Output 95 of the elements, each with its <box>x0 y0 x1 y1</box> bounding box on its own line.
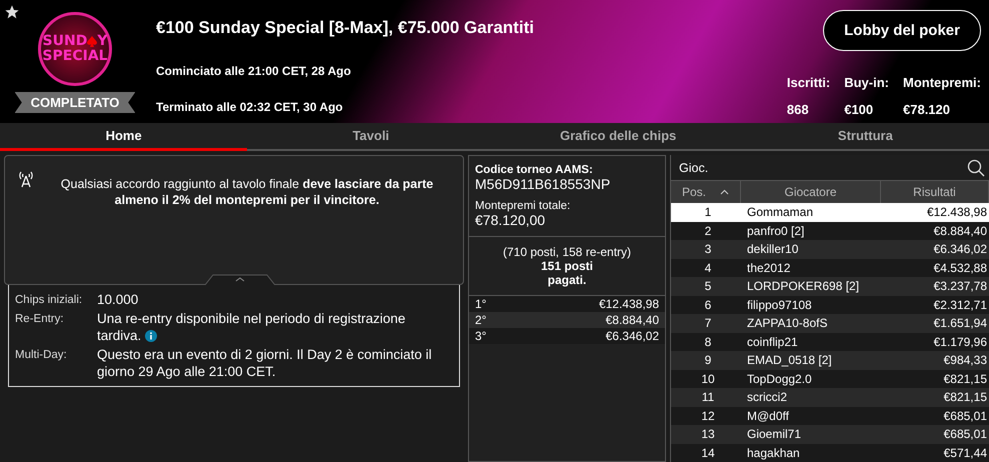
table-cell-text: ZAPPA10-8ofS <box>746 316 828 330</box>
table-cell-text: €3.237,78 <box>932 279 988 294</box>
broadcast-icon <box>17 170 35 188</box>
table-cell-text: €1.179,96 <box>932 334 988 349</box>
detail-value: Una re-entry disponibile nel periodo di registrazione tardiva. <box>97 310 406 344</box>
stat-value: €100 <box>844 102 874 117</box>
paid-places-text: 151 posti pagati. <box>540 259 594 287</box>
start-time: Cominciato alle 21:00 CET, 28 Ago <box>156 64 352 78</box>
stat-label: Buy-in: <box>844 75 889 90</box>
logo: SUND Y SPECIAL <box>38 12 112 86</box>
table-cell-text: €1.651,94 <box>932 316 988 330</box>
table-cell-text: 14 <box>700 446 716 460</box>
table-cell-text: dekiller10 <box>746 242 800 256</box>
total-label: Montepremi totale: <box>475 200 572 212</box>
player-row[interactable]: 11 scricci2 €821,15 <box>671 388 989 406</box>
table-cell-text: hagakhan <box>746 446 801 460</box>
table-cell-text: 1 <box>704 205 712 220</box>
sort-icon <box>720 189 729 195</box>
payout-place: 1° <box>475 297 486 311</box>
player-row[interactable]: 1 Gommaman €12.438,98 <box>671 203 989 222</box>
player-row[interactable]: 5 LORDPOKER698 [2] €3.237,78 <box>671 277 989 296</box>
end-time: Terminato alle 02:32 CET, 30 Ago <box>156 100 344 114</box>
table-cell-text: €8.884,40 <box>932 224 988 238</box>
table-cell-text: 11 <box>700 390 716 404</box>
player-row[interactable]: 13 Gioemil71 €685,01 <box>671 425 989 444</box>
tab[interactable]: Grafico delle chips <box>494 123 742 151</box>
stat-value: 868 <box>786 102 810 117</box>
table-cell-text: Gioemil71 <box>746 427 802 442</box>
player-row[interactable]: 3 dekiller10 €6.346,02 <box>671 240 989 258</box>
table-cell-text: €821,15 <box>942 372 988 386</box>
stat-label: Iscritti: <box>786 75 830 90</box>
player-row[interactable]: 2 panfro0 [2] €8.884,40 <box>671 222 989 240</box>
table-cell-text: LORDPOKER698 [2] <box>746 279 860 294</box>
table-cell-text: panfro0 [2] <box>746 224 806 238</box>
table-cell-text: M@d0ff <box>746 408 790 423</box>
stat-label: Montepremi: <box>903 75 981 90</box>
notice-text: Qualsiasi accordo raggiunto al tavolo finale deve lasciare da parte almeno il 2% del montepremi per il vincitore. <box>60 176 434 209</box>
status-banner: COMPLETATO <box>14 92 136 113</box>
stat-value: €78.120 <box>903 102 951 117</box>
table-cell-text: 5 <box>704 279 712 294</box>
payout-place: 2° <box>475 313 486 327</box>
table-cell-text: 8 <box>704 334 712 349</box>
table-cell-text: €984,33 <box>942 353 988 368</box>
detail-value: 10.000 <box>97 291 140 308</box>
table-cell-text: €4.532,88 <box>932 260 988 275</box>
detail-value: Questo era un evento di 2 giorni. Il Day 2 è cominciato il giorno 29 Ago alle 21:00 CET. <box>97 346 433 380</box>
table-cell-text: TopDogg2.0 <box>746 372 813 386</box>
table-cell-text: €821,15 <box>942 390 988 404</box>
detail-label: Multi-Day: <box>15 348 68 363</box>
table-cell-text: €685,01 <box>942 427 988 442</box>
table-cell-text: 13 <box>700 427 716 442</box>
code-label: Codice torneo AAMS: <box>475 164 594 176</box>
lobby-button[interactable]: Lobby del poker <box>823 10 981 51</box>
info-icon[interactable] <box>145 330 158 342</box>
table-cell-text: Gommaman <box>746 205 814 220</box>
table-cell-text: the2012 <box>746 260 792 275</box>
table-cell-text: 4 <box>704 260 712 275</box>
payout-place: 3° <box>475 329 486 343</box>
player-row[interactable]: 12 M@d0ff €685,01 <box>671 406 989 425</box>
tournament-title: €100 Sunday Special [8-Max], €75.000 Garantiti <box>156 18 535 38</box>
table-cell-text: 9 <box>704 353 712 368</box>
table-cell-text: scricci2 <box>746 390 788 404</box>
payout-amount: €6.346,02 <box>606 329 659 343</box>
detail-label: Re-Entry: <box>15 312 65 327</box>
player-row[interactable]: 7 ZAPPA10-8ofS €1.651,94 <box>671 314 989 332</box>
table-cell-text: 7 <box>704 316 712 330</box>
detail-label: Chips iniziali: <box>15 293 84 308</box>
player-row[interactable]: 10 TopDogg2.0 €821,15 <box>671 370 989 388</box>
payout-amount: €8.884,40 <box>606 313 659 327</box>
player-row[interactable]: 9 EMAD_0518 [2] €984,33 <box>671 351 989 370</box>
table-cell-text: €685,01 <box>942 408 988 423</box>
entries-text: (710 posti, 158 re-entry) <box>502 245 632 259</box>
table-cell-text: 2 <box>704 224 712 238</box>
player-row[interactable]: 6 filippo97108 €2.312,71 <box>671 296 989 314</box>
table-cell-text: coinflip21 <box>746 334 799 349</box>
search-icon[interactable] <box>967 158 985 176</box>
player-row[interactable]: 14 hagakhan €571,44 <box>671 444 989 462</box>
tab[interactable]: Tavoli <box>247 123 494 151</box>
table-cell-text: filippo97108 <box>746 298 813 312</box>
tab[interactable]: Home <box>0 123 248 151</box>
table-cell-text: 10 <box>700 372 716 386</box>
table-cell-text: €6.346,02 <box>932 242 988 256</box>
table-cell-text: €12.438,98 <box>926 205 988 220</box>
table-cell-text: €2.312,71 <box>932 298 988 312</box>
star-icon[interactable] <box>4 4 20 20</box>
player-row[interactable]: 8 coinflip21 €1.179,96 <box>671 332 989 351</box>
table-cell-text: 3 <box>704 242 712 256</box>
code-value: M56D911B618553NP <box>475 176 612 192</box>
table-cell-text: 12 <box>700 408 716 423</box>
total-value: €78.120,00 <box>475 212 546 228</box>
table-cell-text: EMAD_0518 [2] <box>746 353 833 368</box>
table-cell-text: 6 <box>704 298 712 312</box>
table-cell-text: €571,44 <box>942 446 988 460</box>
tab[interactable]: Struttura <box>742 123 989 151</box>
payout-amount: €12.438,98 <box>598 297 659 311</box>
